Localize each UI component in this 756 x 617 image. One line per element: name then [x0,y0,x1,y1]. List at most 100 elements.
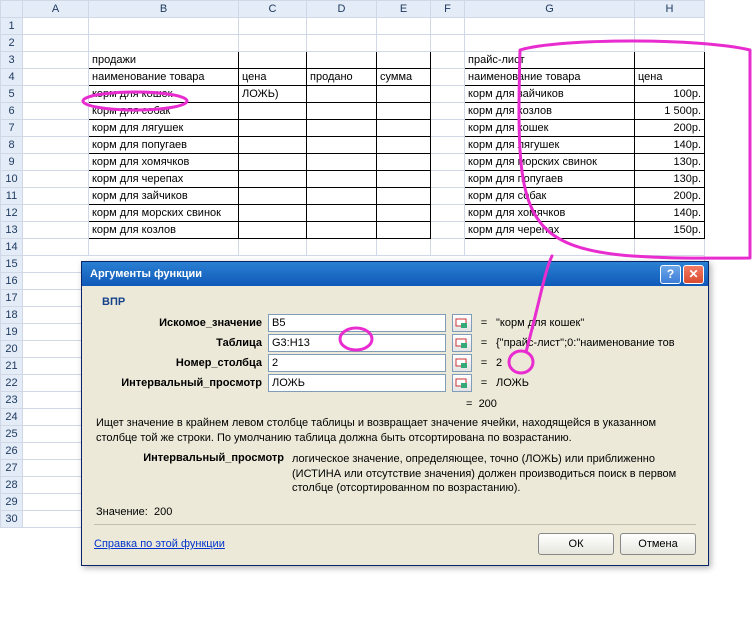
cell-B5[interactable]: корм для кошек [89,86,239,103]
cell-H8[interactable]: 140р. [635,137,705,154]
row-header[interactable]: 11 [1,188,23,205]
row-header[interactable]: 10 [1,171,23,188]
cell-H6[interactable]: 1 500р. [635,103,705,120]
ok-button[interactable]: ОК [538,533,614,555]
cell-G13[interactable]: корм для черепах [465,222,635,239]
row-header[interactable]: 21 [1,358,23,375]
cell-D4[interactable]: продано [307,69,377,86]
cell-B10[interactable]: корм для черепах [89,171,239,188]
cell-B13[interactable]: корм для козлов [89,222,239,239]
cell-G10[interactable]: корм для попугаев [465,171,635,188]
cell-H12[interactable]: 140р. [635,205,705,222]
cell-B4[interactable]: наименование товара [89,69,239,86]
row-header[interactable]: 18 [1,307,23,324]
help-button[interactable]: ? [660,265,681,284]
cancel-button[interactable]: Отмена [620,533,696,555]
row-header[interactable]: 27 [1,460,23,477]
formula-result-row: = 200 [94,398,696,410]
row-header[interactable]: 20 [1,341,23,358]
row-header[interactable]: 4 [1,69,23,86]
row-header[interactable]: 8 [1,137,23,154]
cell-G12[interactable]: корм для хомячков [465,205,635,222]
col-header-F[interactable]: F [431,1,465,18]
argdesc-text: логическое значение, определяющее, точно… [292,452,694,497]
arg4-input[interactable] [268,374,446,392]
arg2-label: Таблица [94,337,262,349]
row-header[interactable]: 26 [1,443,23,460]
col-header-C[interactable]: C [239,1,307,18]
row-header[interactable]: 24 [1,409,23,426]
cell-G7[interactable]: корм для кошек [465,120,635,137]
row-header[interactable]: 17 [1,290,23,307]
help-link[interactable]: Справка по этой функции [94,538,532,550]
cell-H5[interactable]: 100р. [635,86,705,103]
dialog-title: Аргументы функции [90,268,658,280]
col-header-B[interactable]: B [89,1,239,18]
cell-B8[interactable]: корм для попугаев [89,137,239,154]
dialog-titlebar[interactable]: Аргументы функции ? ✕ [82,262,708,286]
cell-E4[interactable]: сумма [377,69,431,86]
row-header[interactable]: 16 [1,273,23,290]
cell-G6[interactable]: корм для козлов [465,103,635,120]
arg2-ref-button[interactable] [452,334,472,352]
cell-G9[interactable]: корм для морских свинок [465,154,635,171]
cell-C4[interactable]: цена [239,69,307,86]
cell-G8[interactable]: корм для лягушек [465,137,635,154]
cell-B11[interactable]: корм для зайчиков [89,188,239,205]
cell-B12[interactable]: корм для морских свинок [89,205,239,222]
row-header[interactable]: 9 [1,154,23,171]
row-header[interactable]: 3 [1,52,23,69]
col-header-G[interactable]: G [465,1,635,18]
arg1-result: "корм для кошек" [496,317,584,329]
row-header[interactable]: 28 [1,477,23,494]
arg4-ref-button[interactable] [452,374,472,392]
col-header-A[interactable]: A [23,1,89,18]
corner-cell[interactable] [1,1,23,18]
cell-B3[interactable]: продажи [89,52,239,69]
col-header-H[interactable]: H [635,1,705,18]
row-header[interactable]: 2 [1,35,23,52]
cell-G5[interactable]: корм для зайчиков [465,86,635,103]
row-header[interactable]: 14 [1,239,23,256]
cell-H11[interactable]: 200р. [635,188,705,205]
arg3-input[interactable] [268,354,446,372]
cell-H10[interactable]: 130р. [635,171,705,188]
arg3-result: 2 [496,357,502,369]
cell-B6[interactable]: корм для собак [89,103,239,120]
equals-icon: = [478,317,490,329]
close-button[interactable]: ✕ [683,265,704,284]
cell-H4[interactable]: цена [635,69,705,86]
function-name: ВПР [102,296,696,308]
cell-G3[interactable]: прайс-лист [465,52,635,69]
row-header[interactable]: 1 [1,18,23,35]
row-header[interactable]: 6 [1,103,23,120]
cell-H7[interactable]: 200р. [635,120,705,137]
row-header[interactable]: 22 [1,375,23,392]
row-header[interactable]: 7 [1,120,23,137]
col-header-D[interactable]: D [307,1,377,18]
arg1-label: Искомое_значение [94,317,262,329]
row-header[interactable]: 29 [1,494,23,511]
row-header[interactable]: 30 [1,511,23,528]
cell-H9[interactable]: 130р. [635,154,705,171]
col-header-E[interactable]: E [377,1,431,18]
cell-C5[interactable]: ЛОЖЬ) [239,86,307,103]
row-header[interactable]: 13 [1,222,23,239]
value-line: Значение: 200 [96,506,694,518]
cell-G4[interactable]: наименование товара [465,69,635,86]
arg1-input[interactable] [268,314,446,332]
cell-G11[interactable]: корм для собак [465,188,635,205]
arg1-ref-button[interactable] [452,314,472,332]
arg3-ref-button[interactable] [452,354,472,372]
arg2-input[interactable] [268,334,446,352]
row-header[interactable]: 25 [1,426,23,443]
row-header[interactable]: 12 [1,205,23,222]
cell-B7[interactable]: корм для лягушек [89,120,239,137]
row-header[interactable]: 23 [1,392,23,409]
cell-B9[interactable]: корм для хомячков [89,154,239,171]
equals-icon: = [478,377,490,389]
row-header[interactable]: 19 [1,324,23,341]
row-header[interactable]: 5 [1,86,23,103]
row-header[interactable]: 15 [1,256,23,273]
cell-H13[interactable]: 150р. [635,222,705,239]
